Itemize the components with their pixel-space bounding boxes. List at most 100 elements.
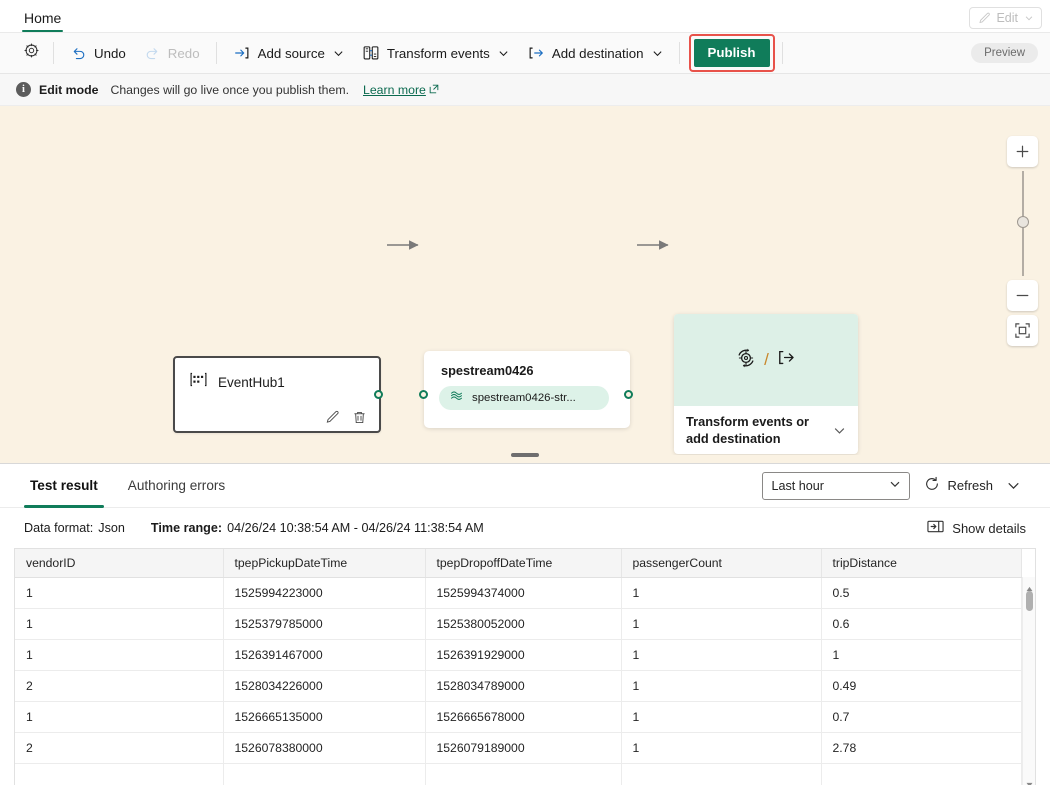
cell-pickup: 1526391467000 (223, 639, 426, 671)
refresh-chevron-icon[interactable] (1007, 479, 1026, 492)
toolbar-separator (781, 42, 783, 64)
cell-dropoff: 1528034789000 (425, 670, 622, 702)
cell-passengers (621, 763, 822, 785)
fit-to-screen-icon (1015, 323, 1030, 338)
cell-pickup: 1525994223000 (223, 577, 426, 609)
time-filter-select[interactable]: Last hour (762, 471, 911, 500)
cell-pickup: 1528034226000 (223, 670, 426, 702)
undo-button[interactable]: Undo (61, 38, 135, 68)
transform-node-footer[interactable]: Transform events or add destination (674, 406, 858, 454)
table-row[interactable] (15, 763, 1022, 785)
add-destination-button[interactable]: Add destination (518, 38, 672, 68)
learn-more-link[interactable]: Learn more (363, 83, 439, 97)
results-toolbar: Last hour Refresh (762, 471, 1026, 500)
column-header-tpeppickupdatetime[interactable]: tpepPickupDateTime (223, 549, 426, 578)
settings-button[interactable] (16, 38, 46, 68)
trash-icon[interactable] (352, 410, 367, 425)
undo-label: Undo (94, 45, 126, 61)
results-table: vendorID tpepPickupDateTime tpepDropoffD… (15, 549, 1022, 785)
edit-button[interactable]: Edit (969, 7, 1042, 29)
scroll-down-arrow-icon[interactable] (1026, 775, 1033, 785)
zoom-slider-thumb[interactable] (1017, 216, 1029, 228)
cell-vendorid: 1 (15, 608, 224, 640)
details-icon (927, 519, 944, 537)
column-header-passengercount[interactable]: passengerCount (621, 549, 822, 578)
stream-icon (449, 388, 464, 408)
ribbon-tabbar: Home Edit (0, 0, 1050, 32)
flow-canvas[interactable]: EventHub1 spestream0426 spestream0426-st… (0, 106, 1050, 455)
stream-pill-label: spestream0426-str... (472, 392, 576, 404)
transform-events-button[interactable]: Transform events (353, 38, 518, 68)
results-panel: Test result Authoring errors Last hour R… (0, 464, 1050, 785)
column-header-tpepdropoffdatetime[interactable]: tpepDropoffDateTime (425, 549, 622, 578)
zoom-in-button[interactable] (1007, 136, 1038, 167)
table-row[interactable]: 1 1526391467000 1526391929000 1 1 (15, 639, 1022, 671)
add-source-label: Add source (257, 45, 325, 61)
cell-distance: 2.78 (821, 732, 1022, 764)
table-vertical-scrollbar[interactable] (1022, 577, 1035, 785)
stream-output-port[interactable] (624, 390, 633, 399)
zoom-out-button[interactable] (1007, 280, 1038, 311)
add-source-button[interactable]: Add source (224, 38, 353, 68)
show-details-button[interactable]: Show details (927, 519, 1026, 537)
table-row[interactable]: 1 1525379785000 1525380052000 1 0.6 (15, 608, 1022, 640)
table-vertical-scroll-thumb[interactable] (1026, 591, 1033, 611)
chevron-down-icon[interactable] (833, 424, 846, 437)
tab-authoring-errors[interactable]: Authoring errors (122, 464, 231, 508)
eventhub-output-port[interactable] (374, 390, 383, 399)
show-details-label: Show details (952, 520, 1026, 536)
column-header-tripdistance[interactable]: tripDistance (821, 549, 1022, 578)
canvas-zoom-controls (1007, 136, 1038, 346)
transform-node-label: Transform events or add destination (686, 413, 810, 446)
table-row[interactable]: 2 1526078380000 1526079189000 1 2.78 (15, 732, 1022, 764)
tab-home[interactable]: Home (14, 6, 71, 32)
cell-dropoff: 1526665678000 (425, 701, 622, 733)
tab-authoring-errors-label: Authoring errors (127, 478, 226, 493)
chevron-down-icon (333, 48, 344, 59)
node-eventhub1[interactable]: EventHub1 (173, 356, 381, 433)
tab-test-result-label: Test result (30, 478, 98, 493)
cell-distance: 0.6 (821, 608, 1022, 640)
transform-separator: / (764, 350, 769, 369)
publish-button[interactable]: Publish (693, 39, 770, 67)
results-tabbar: Test result Authoring errors Last hour R… (0, 464, 1050, 508)
table-row[interactable]: 1 1526665135000 1526665678000 1 0.7 (15, 701, 1022, 733)
time-range-label: Time range: (150, 521, 223, 535)
cell-dropoff: 1525380052000 (425, 608, 622, 640)
pencil-icon[interactable] (325, 410, 340, 425)
cell-dropoff: 1526079189000 (425, 732, 622, 764)
table-header-row: vendorID tpepPickupDateTime tpepDropoffD… (15, 549, 1022, 578)
node-spestream0426[interactable]: spestream0426 spestream0426-str... (424, 351, 630, 428)
redo-icon (144, 45, 161, 62)
cell-distance: 0.5 (821, 577, 1022, 609)
node-transform-or-destination[interactable]: / Transform events or add destination (674, 314, 858, 454)
stream-pill[interactable]: spestream0426-str... (439, 386, 609, 410)
zoom-slider[interactable] (1007, 171, 1038, 276)
table-row[interactable]: 1 1525994223000 1525994374000 1 0.5 (15, 577, 1022, 609)
cell-vendorid: 1 (15, 701, 224, 733)
eventhub-icon (189, 370, 208, 394)
cell-pickup: 1525379785000 (223, 608, 426, 640)
cell-dropoff: 1525994374000 (425, 577, 622, 609)
table-row[interactable]: 2 1528034226000 1528034789000 1 0.49 (15, 670, 1022, 702)
tab-test-result[interactable]: Test result (24, 464, 104, 508)
refresh-button[interactable]: Refresh (920, 472, 997, 499)
infobar-title: Edit mode (39, 82, 99, 97)
fit-to-screen-button[interactable] (1007, 315, 1038, 346)
toolbar-separator (215, 42, 217, 64)
chevron-down-icon (889, 478, 901, 493)
gear-icon (23, 42, 40, 64)
chevron-down-icon (498, 48, 509, 59)
splitter-grip[interactable] (511, 453, 539, 457)
refresh-icon (924, 476, 940, 495)
column-header-vendorid[interactable]: vendorID (15, 549, 224, 578)
results-table-wrapper: vendorID tpepPickupDateTime tpepDropoffD… (14, 548, 1036, 785)
data-format-label: Data format: (24, 521, 94, 535)
edit-mode-infobar: i Edit mode Changes will go live once yo… (0, 74, 1050, 106)
add-source-icon (233, 44, 251, 62)
redo-button: Redo (135, 38, 209, 68)
eventhub-header: EventHub1 (175, 358, 379, 394)
cell-distance (821, 763, 1022, 785)
stream-input-port[interactable] (419, 390, 428, 399)
redo-label: Redo (167, 45, 200, 61)
